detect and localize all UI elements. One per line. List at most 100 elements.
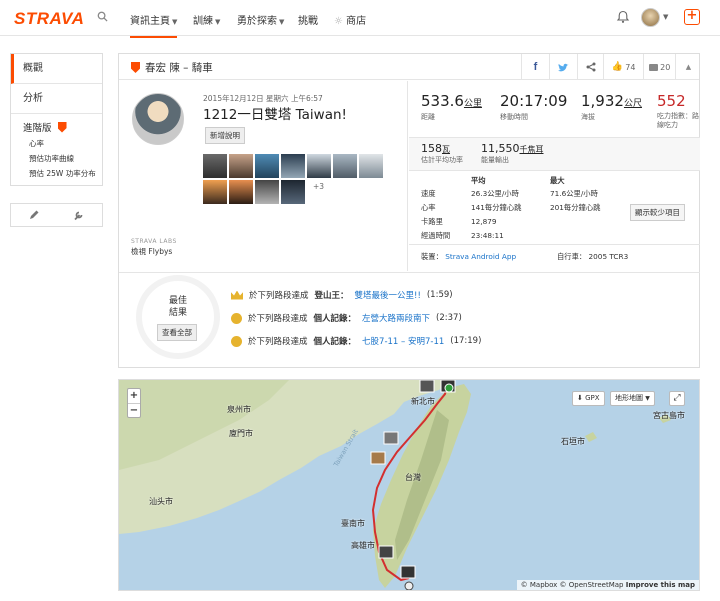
photo-thumbnail[interactable] bbox=[255, 180, 279, 204]
wrench-icon[interactable] bbox=[73, 209, 85, 221]
map-label: 高雄市 bbox=[351, 541, 375, 550]
chevron-down-icon[interactable]: ▼ bbox=[663, 13, 668, 21]
row-speed-avg: 26.3公里/小時 bbox=[471, 189, 519, 198]
device-link[interactable]: Strava Android App bbox=[445, 252, 516, 261]
map-attribution: © Mapbox © OpenStreetMap Improve this ma… bbox=[516, 580, 699, 590]
view-all-button[interactable]: 查看全部 bbox=[157, 324, 197, 341]
sidebar-premium-group: 進階版 心率 預估功率曲線 預估 25W 功率分布 bbox=[11, 114, 102, 185]
best-efforts-badge: 最佳 結果 查看全部 bbox=[136, 275, 220, 359]
row-speed-max: 71.6公里/小時 bbox=[550, 189, 598, 198]
photo-thumbnail[interactable] bbox=[255, 154, 279, 178]
facebook-icon: f bbox=[533, 61, 538, 73]
map-label: 新北市 bbox=[411, 397, 435, 406]
stat-power: 158瓦 估計平均功率 bbox=[421, 142, 463, 164]
chevron-down-icon: ▼ bbox=[645, 395, 650, 402]
stat-elevation: 1,932公尺 海拔 bbox=[581, 92, 642, 121]
chevron-down-icon: ▼ bbox=[215, 18, 221, 26]
achievements: 最佳 結果 查看全部 於下列路段達成 登山王： 雙塔最後一公里!! (1:59) 於下列… bbox=[119, 272, 700, 368]
map-label: 廈門市 bbox=[229, 429, 253, 438]
photo-thumbnail[interactable] bbox=[203, 154, 227, 178]
nav-challenges[interactable]: 挑戰 bbox=[298, 12, 318, 27]
segment-link[interactable]: 七股7-11 – 安明7-11 bbox=[362, 335, 444, 347]
map-label: 宮古島市 bbox=[653, 411, 685, 420]
kudos-count: 74 bbox=[625, 62, 636, 72]
zoom-out-button[interactable]: − bbox=[128, 403, 140, 417]
row-cal-avg: 12,879 bbox=[471, 217, 497, 226]
photo-thumbnail[interactable] bbox=[229, 154, 253, 178]
medal-icon bbox=[231, 312, 242, 324]
sidebar-premium-title: 進階版 bbox=[23, 123, 52, 134]
zoom-controls: + − bbox=[127, 388, 141, 418]
show-less-button[interactable]: 顯示較少項目 bbox=[630, 204, 685, 221]
photo-thumbnail[interactable] bbox=[333, 154, 357, 178]
share-icon bbox=[586, 62, 595, 72]
route-map[interactable]: + − ⬇ GPX 地形地圖 ▼ ⤢ 泉州市 廈門市 汕头市 新北市 台灣 臺南… bbox=[118, 379, 700, 591]
stat-moving-time: 20:17:09 移動時間 bbox=[500, 92, 568, 121]
comment-icon bbox=[648, 63, 658, 71]
map-type-dropdown[interactable]: 地形地圖 ▼ bbox=[610, 391, 655, 406]
photo-thumbnail[interactable] bbox=[203, 180, 227, 204]
sidebar-item-overview[interactable]: 概觀 bbox=[11, 54, 102, 84]
fullscreen-button[interactable]: ⤢ bbox=[669, 391, 685, 406]
bell-icon[interactable] bbox=[616, 10, 630, 24]
twitter-icon bbox=[558, 63, 569, 71]
comments-button[interactable]: 20 bbox=[643, 54, 675, 80]
photo-thumbnail[interactable] bbox=[281, 154, 305, 178]
divider bbox=[409, 244, 700, 245]
nav-store[interactable]: ☼ 商店 bbox=[334, 12, 366, 27]
improve-map-link[interactable]: Improve this map bbox=[626, 581, 695, 589]
stat-distance: 533.6公里 距離 bbox=[421, 92, 482, 121]
activity-title: 1212一日雙塔 Taiwan! bbox=[203, 107, 347, 123]
achievement-row: 於下列路段達成 登山王： 雙塔最後一公里!! (1:59) bbox=[231, 289, 453, 301]
row-hr-max: 201每分鐘心跳 bbox=[550, 203, 601, 212]
kudos-button[interactable]: 👍 74 bbox=[603, 54, 643, 80]
map-label: 臺南市 bbox=[341, 519, 365, 528]
map-label: 泉州市 bbox=[227, 405, 251, 414]
sidebar-item-power-dist[interactable]: 預估 25W 功率分布 bbox=[23, 169, 102, 179]
add-description-button[interactable]: 新增說明 bbox=[205, 127, 245, 144]
row-speed-label: 速度 bbox=[421, 189, 436, 198]
photo-thumbnail[interactable] bbox=[307, 154, 331, 178]
premium-shield-icon bbox=[131, 62, 140, 73]
card-header: 春宏 陳 – 騎車 f 👍 74 20 ▲ bbox=[119, 54, 699, 80]
segment-link[interactable]: 雙塔最後一公里!! bbox=[355, 289, 421, 301]
segment-link[interactable]: 左營大路兩段南下 bbox=[362, 312, 430, 324]
nav-explore[interactable]: 勇於探索 ▼ bbox=[237, 12, 284, 27]
photo-thumbnail[interactable] bbox=[281, 180, 305, 204]
activity-card: 春宏 陳 – 騎車 f 👍 74 20 ▲ 2015年12月12日 星期六 上午… bbox=[118, 53, 700, 368]
chevron-up-icon: ▲ bbox=[685, 63, 692, 71]
sidebar-item-heart-rate[interactable]: 心率 bbox=[23, 139, 102, 149]
more-photos-count[interactable]: +3 bbox=[313, 182, 324, 191]
row-cal-label: 卡路里 bbox=[421, 217, 443, 226]
nav-training[interactable]: 訓練 ▼ bbox=[193, 12, 220, 27]
sidebar-item-analysis[interactable]: 分析 bbox=[11, 84, 102, 114]
achievement-row: 於下列路段達成 個人記錄： 左營大路兩段南下 (2:37) bbox=[231, 312, 462, 324]
avatar[interactable] bbox=[641, 8, 660, 27]
fullscreen-icon: ⤢ bbox=[673, 393, 681, 403]
chevron-down-icon: ▼ bbox=[279, 18, 285, 26]
share-button[interactable] bbox=[577, 54, 603, 80]
more-menu-button[interactable]: ▲ bbox=[675, 54, 701, 80]
upload-plus-button[interactable]: + bbox=[684, 9, 700, 25]
comments-count: 20 bbox=[660, 62, 671, 72]
search-icon[interactable] bbox=[97, 11, 108, 22]
pencil-icon[interactable] bbox=[28, 209, 40, 221]
nav-dashboard[interactable]: 資訊主頁 ▼ bbox=[130, 12, 178, 38]
premium-shield-icon bbox=[57, 121, 67, 133]
medal-icon bbox=[231, 335, 242, 347]
crown-icon bbox=[231, 290, 243, 300]
photo-thumbnail[interactable] bbox=[229, 180, 253, 204]
zoom-in-button[interactable]: + bbox=[128, 389, 140, 403]
facebook-share-button[interactable]: f bbox=[521, 54, 549, 80]
stat-suffer-score[interactable]: 552 吃力指數：路線吃力 bbox=[657, 92, 699, 130]
gpx-download-button[interactable]: ⬇ GPX bbox=[572, 391, 605, 406]
device-info: 裝置： Strava Android App bbox=[421, 252, 517, 261]
twitter-share-button[interactable] bbox=[549, 54, 577, 80]
sidebar-item-power-curve[interactable]: 預估功率曲線 bbox=[23, 154, 102, 164]
flybys-link[interactable]: 檢視 Flybys bbox=[131, 246, 172, 257]
athlete-photo[interactable] bbox=[132, 93, 184, 145]
strava-logo[interactable]: STRAVA bbox=[14, 9, 84, 29]
sidebar: 概觀 分析 進階版 心率 預估功率曲線 預估 25W 功率分布 bbox=[10, 53, 103, 186]
photo-thumbnail[interactable] bbox=[359, 154, 383, 178]
row-elapsed-label: 經過時間 bbox=[421, 231, 451, 240]
